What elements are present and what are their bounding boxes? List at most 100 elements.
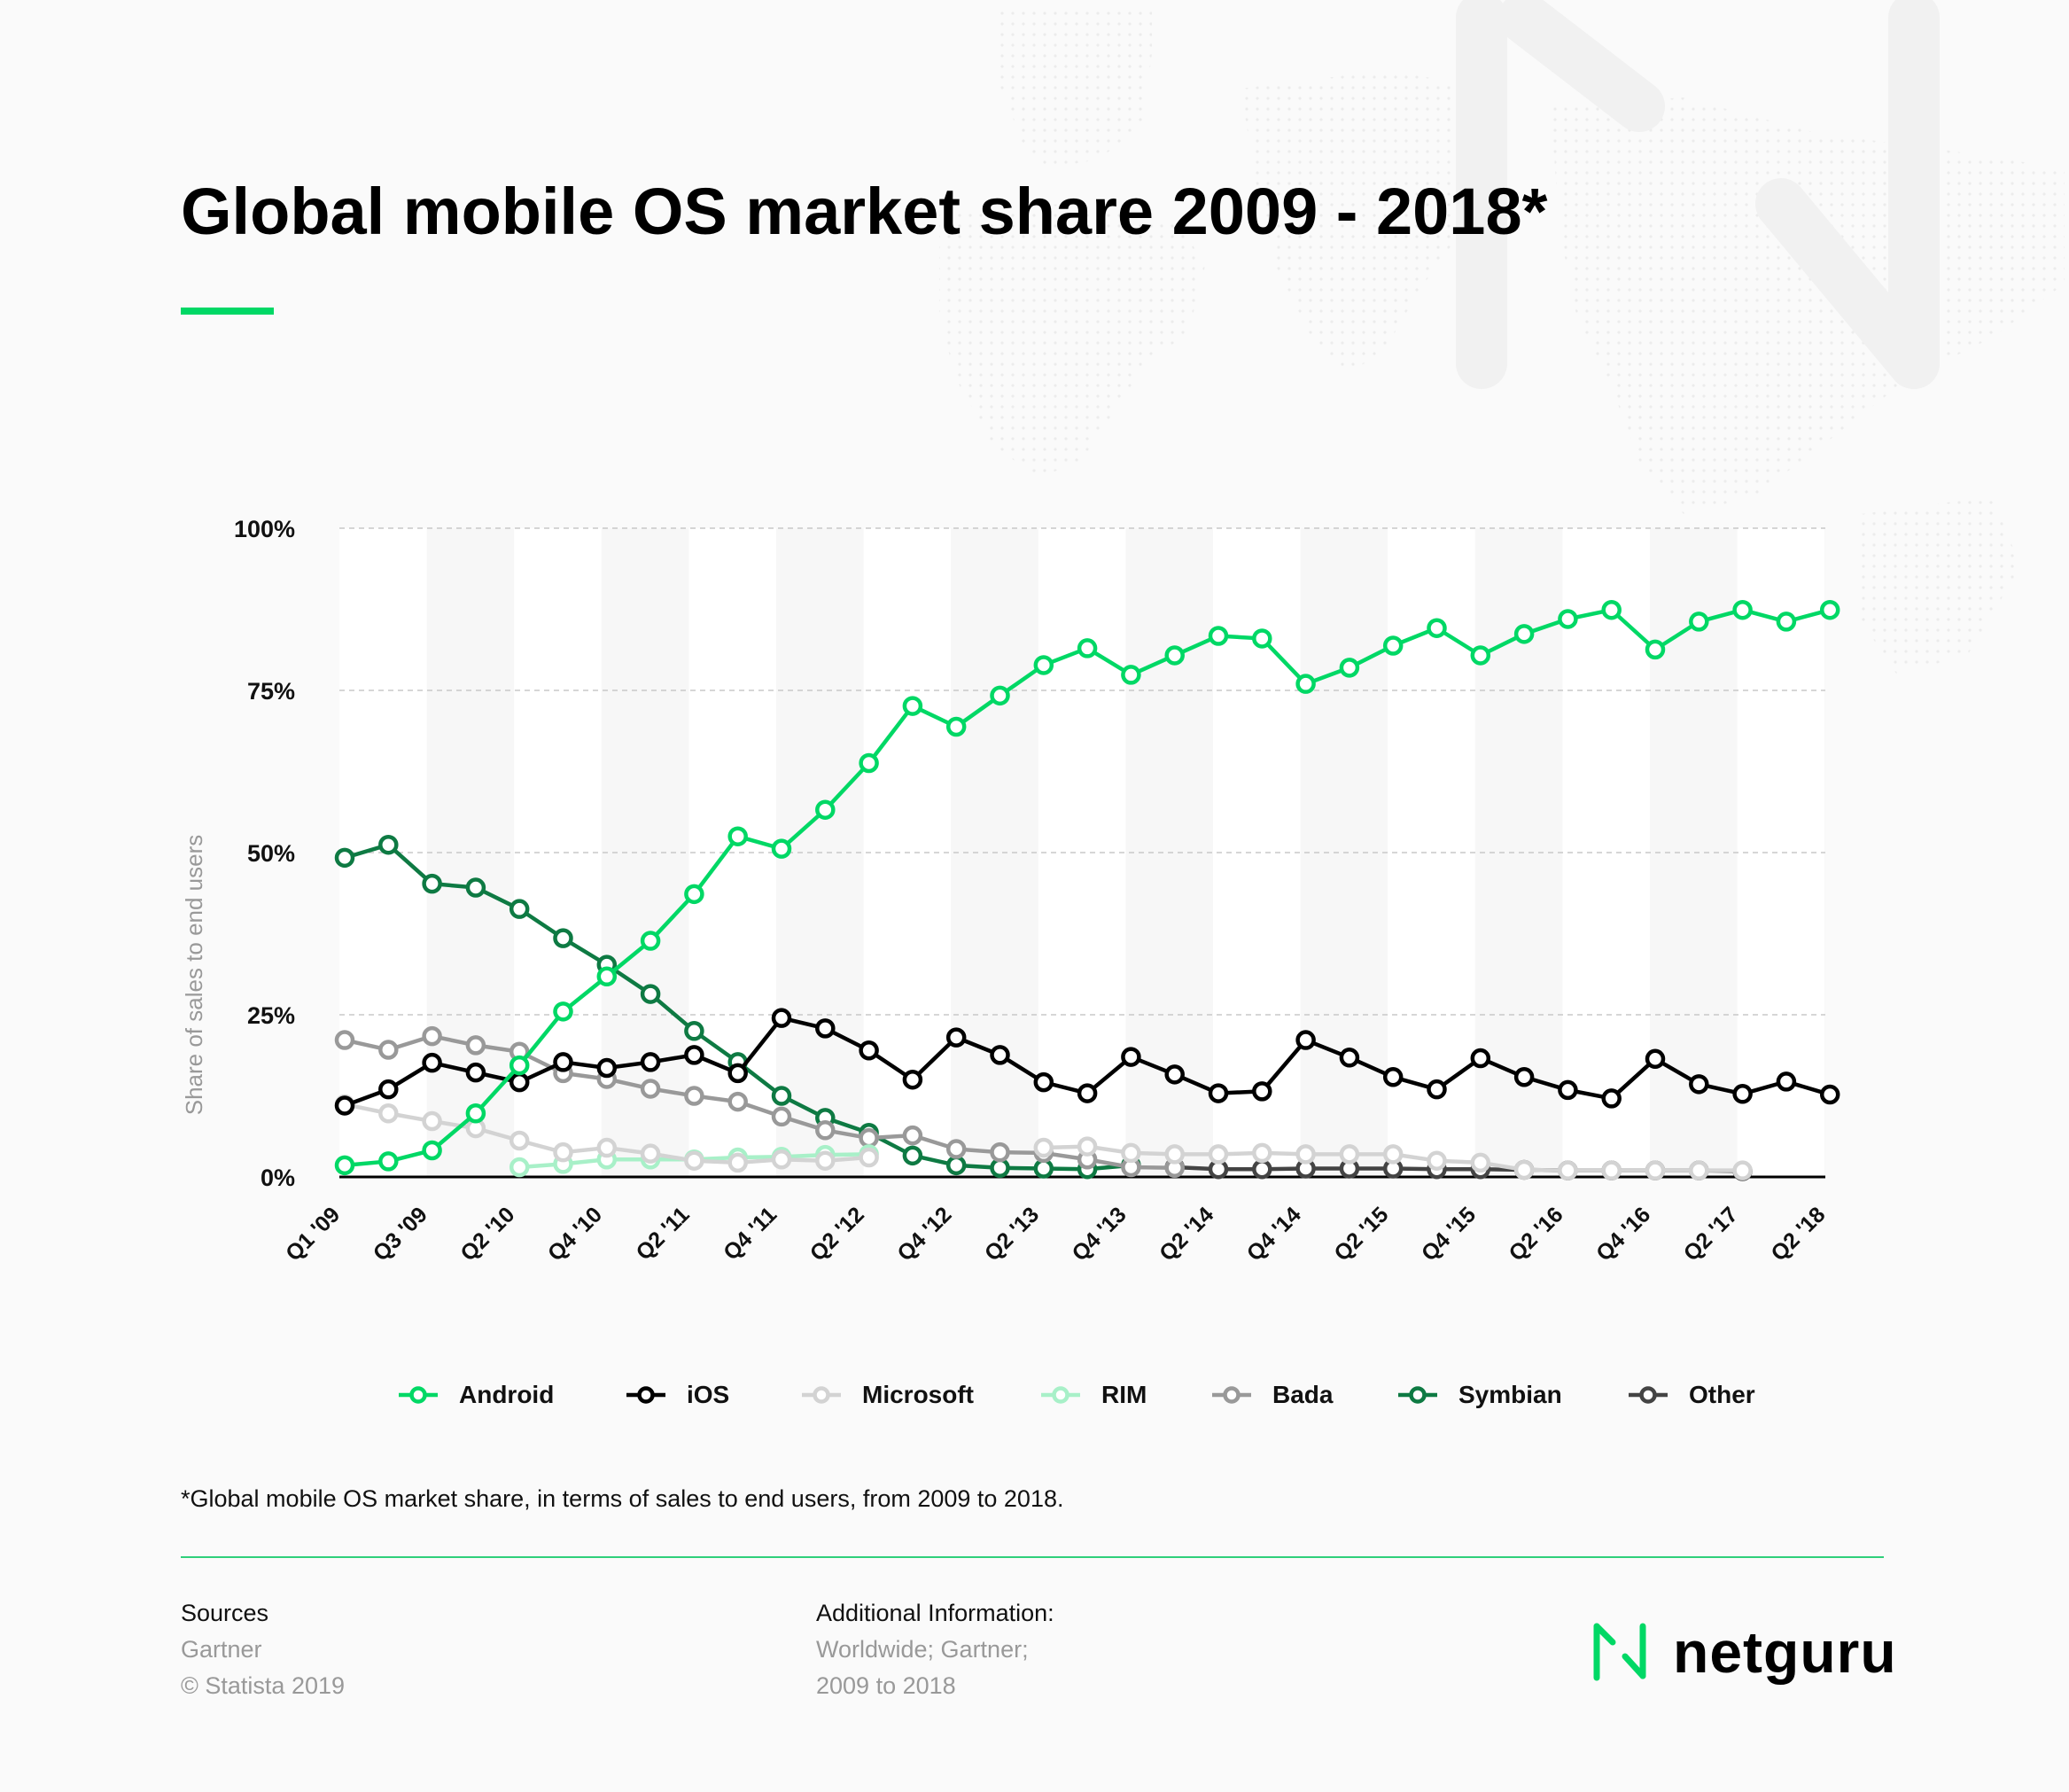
data-point-ios[interactable] bbox=[1164, 1064, 1185, 1085]
data-point-ios[interactable] bbox=[334, 1095, 355, 1116]
data-point-ios[interactable] bbox=[1252, 1081, 1272, 1102]
data-point-android[interactable] bbox=[1121, 665, 1141, 685]
data-point-symbian[interactable] bbox=[771, 1086, 792, 1106]
data-point-microsoft[interactable] bbox=[1689, 1160, 1709, 1180]
data-point-microsoft[interactable] bbox=[1033, 1137, 1054, 1158]
data-point-ios[interactable] bbox=[422, 1052, 442, 1073]
data-point-microsoft[interactable] bbox=[1164, 1144, 1185, 1165]
data-point-ios[interactable] bbox=[1776, 1071, 1797, 1092]
data-point-android[interactable] bbox=[640, 931, 661, 951]
data-point-ios[interactable] bbox=[727, 1063, 748, 1084]
data-point-android[interactable] bbox=[1382, 635, 1404, 656]
data-point-symbian[interactable] bbox=[334, 847, 355, 869]
data-point-android[interactable] bbox=[1470, 645, 1491, 666]
data-point-ios[interactable] bbox=[378, 1079, 399, 1100]
data-point-android[interactable] bbox=[1208, 626, 1229, 646]
data-point-android[interactable] bbox=[596, 966, 618, 987]
data-point-ios[interactable] bbox=[1819, 1084, 1840, 1105]
data-point-ios[interactable] bbox=[1558, 1079, 1578, 1101]
data-point-microsoft[interactable] bbox=[1558, 1160, 1578, 1180]
data-point-microsoft[interactable] bbox=[684, 1150, 704, 1171]
data-point-microsoft[interactable] bbox=[1295, 1144, 1316, 1165]
data-point-symbian[interactable] bbox=[902, 1145, 923, 1166]
data-point-symbian[interactable] bbox=[990, 1157, 1010, 1179]
data-point-ios[interactable] bbox=[509, 1071, 530, 1093]
data-point-android[interactable] bbox=[1689, 612, 1709, 632]
data-point-bada[interactable] bbox=[334, 1030, 355, 1050]
data-point-bada[interactable] bbox=[422, 1025, 442, 1047]
data-point-android[interactable] bbox=[1776, 612, 1797, 632]
data-point-android[interactable] bbox=[1427, 618, 1447, 638]
data-point-android[interactable] bbox=[509, 1055, 530, 1076]
data-point-ios[interactable] bbox=[640, 1052, 661, 1072]
data-point-bada[interactable] bbox=[378, 1040, 399, 1060]
data-point-microsoft[interactable] bbox=[1252, 1142, 1272, 1164]
data-point-android[interactable] bbox=[1819, 599, 1840, 620]
data-point-microsoft[interactable] bbox=[1339, 1144, 1360, 1165]
data-point-microsoft[interactable] bbox=[1470, 1152, 1491, 1173]
data-point-ios[interactable] bbox=[1208, 1083, 1229, 1103]
data-point-ios[interactable] bbox=[465, 1062, 486, 1083]
data-point-bada[interactable] bbox=[640, 1079, 661, 1099]
data-point-android[interactable] bbox=[1732, 599, 1753, 620]
data-point-symbian[interactable] bbox=[422, 873, 442, 894]
data-point-microsoft[interactable] bbox=[1077, 1136, 1098, 1157]
data-point-microsoft[interactable] bbox=[815, 1150, 836, 1171]
data-point-ios[interactable] bbox=[1601, 1088, 1622, 1109]
data-point-microsoft[interactable] bbox=[378, 1103, 399, 1124]
data-point-microsoft[interactable] bbox=[596, 1137, 618, 1158]
data-point-symbian[interactable] bbox=[684, 1021, 704, 1041]
data-point-symbian[interactable] bbox=[378, 834, 399, 855]
data-point-microsoft[interactable] bbox=[553, 1141, 573, 1163]
data-point-ios[interactable] bbox=[945, 1027, 967, 1048]
data-point-ios[interactable] bbox=[902, 1069, 923, 1090]
data-point-microsoft[interactable] bbox=[771, 1149, 792, 1170]
data-point-ios[interactable] bbox=[990, 1045, 1010, 1065]
data-point-android[interactable] bbox=[945, 716, 967, 737]
data-point-android[interactable] bbox=[1164, 645, 1185, 666]
data-point-ios[interactable] bbox=[1382, 1067, 1404, 1087]
data-point-bada[interactable] bbox=[465, 1035, 486, 1056]
data-point-microsoft[interactable] bbox=[859, 1147, 879, 1168]
data-point-symbian[interactable] bbox=[553, 928, 573, 948]
data-point-android[interactable] bbox=[990, 685, 1010, 706]
data-point-bada[interactable] bbox=[727, 1091, 748, 1112]
data-point-microsoft[interactable] bbox=[1732, 1160, 1753, 1180]
data-point-symbian[interactable] bbox=[1033, 1158, 1054, 1179]
data-point-android[interactable] bbox=[553, 1001, 573, 1022]
data-point-microsoft[interactable] bbox=[1382, 1144, 1404, 1165]
data-point-microsoft[interactable] bbox=[1513, 1159, 1535, 1180]
data-point-android[interactable] bbox=[1033, 655, 1054, 675]
data-point-rim[interactable] bbox=[509, 1157, 530, 1178]
data-point-android[interactable] bbox=[815, 799, 836, 820]
data-point-android[interactable] bbox=[422, 1140, 442, 1161]
data-point-ios[interactable] bbox=[1121, 1047, 1141, 1067]
data-point-symbian[interactable] bbox=[640, 984, 661, 1004]
data-point-android[interactable] bbox=[1252, 628, 1272, 649]
legend-item-android[interactable]: Android bbox=[399, 1375, 554, 1414]
data-point-ios[interactable] bbox=[1470, 1048, 1491, 1069]
data-point-ios[interactable] bbox=[1339, 1048, 1360, 1068]
data-point-android[interactable] bbox=[902, 696, 923, 716]
data-point-microsoft[interactable] bbox=[1208, 1144, 1229, 1165]
data-point-ios[interactable] bbox=[553, 1052, 573, 1072]
data-point-microsoft[interactable] bbox=[640, 1143, 661, 1164]
data-point-android[interactable] bbox=[378, 1151, 399, 1172]
legend-item-rim[interactable]: RIM bbox=[1041, 1375, 1147, 1414]
data-point-ios[interactable] bbox=[596, 1057, 618, 1079]
data-point-ios[interactable] bbox=[859, 1040, 879, 1061]
data-point-android[interactable] bbox=[1513, 624, 1535, 644]
legend-item-symbian[interactable]: Symbian bbox=[1398, 1375, 1562, 1414]
legend-item-other[interactable]: Other bbox=[1629, 1375, 1755, 1414]
data-point-ios[interactable] bbox=[1427, 1079, 1447, 1100]
data-point-symbian[interactable] bbox=[945, 1155, 967, 1176]
data-point-android[interactable] bbox=[771, 838, 792, 859]
data-point-microsoft[interactable] bbox=[1121, 1142, 1141, 1164]
data-point-microsoft[interactable] bbox=[727, 1152, 748, 1173]
data-point-bada[interactable] bbox=[771, 1106, 792, 1127]
data-point-bada[interactable] bbox=[902, 1125, 923, 1146]
data-point-symbian[interactable] bbox=[465, 877, 486, 898]
data-point-android[interactable] bbox=[859, 752, 879, 774]
data-point-ios[interactable] bbox=[684, 1045, 704, 1065]
data-point-ios[interactable] bbox=[771, 1008, 792, 1028]
